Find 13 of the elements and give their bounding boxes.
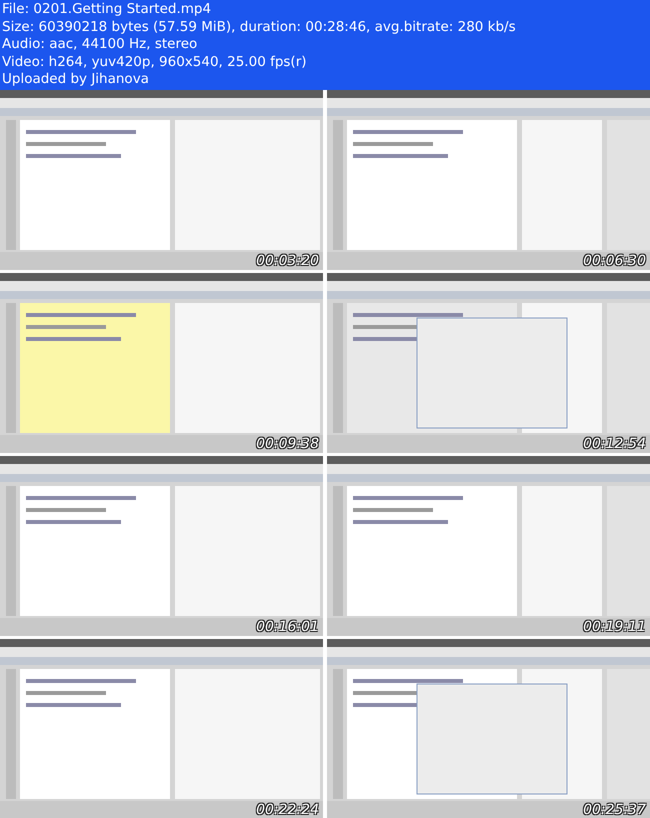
info-line: File: 0201.Getting Started.mp4 <box>2 1 212 19</box>
info-line: Video: h264, yuv420p, 960x540, 25.00 fps(r) <box>2 54 307 72</box>
timestamp: 00:03:20 <box>256 254 319 268</box>
timestamp: 00:06:30 <box>583 254 646 268</box>
info-line: Uploaded by Jihanova <box>2 71 149 89</box>
timestamp: 00:22:24 <box>256 803 319 817</box>
timestamp: 00:25:37 <box>583 803 646 817</box>
timestamp: 00:16:01 <box>256 620 319 634</box>
timestamp: 00:19:11 <box>583 620 646 634</box>
timestamp: 00:12:54 <box>583 437 646 451</box>
info-line: Size: 60390218 bytes (57.59 MiB), duration: 00:28:46, avg.bitrate: 280 kb/s <box>2 18 516 36</box>
timestamp: 00:09:38 <box>256 437 319 451</box>
info-line: Audio: aac, 44100 Hz, stereo <box>2 36 198 54</box>
